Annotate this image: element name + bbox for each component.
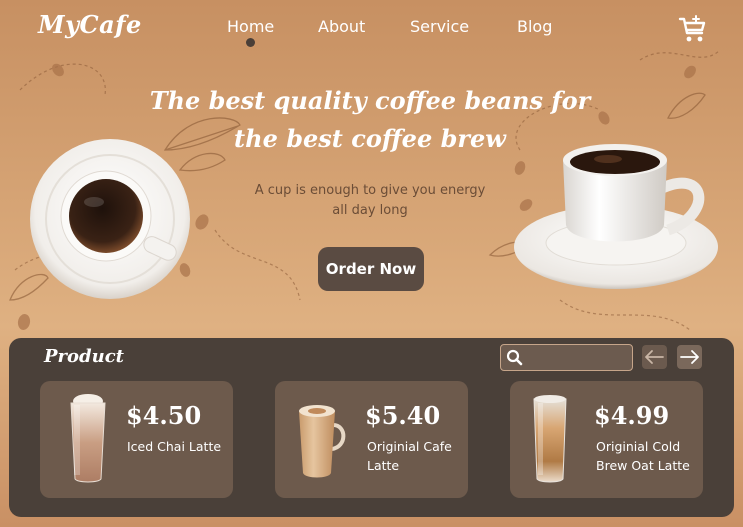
- hero-title-line-1: The best quality coffee beans for: [149, 86, 591, 115]
- hero-title: The best quality coffee beans for the be…: [140, 82, 600, 158]
- product-name: Originial Cold Brew Oat Latte: [596, 437, 706, 475]
- search-icon: [506, 349, 523, 366]
- coffee-cup-side-view-image: [514, 144, 718, 289]
- arrow-right-icon: [680, 350, 699, 364]
- hero-subtitle-line-2: all day long: [332, 203, 408, 218]
- product-price: $4.99: [594, 401, 670, 430]
- nav-about[interactable]: About: [318, 17, 365, 36]
- nav-blog[interactable]: Blog: [517, 17, 552, 36]
- coffee-cup-top-view-image: [30, 139, 190, 299]
- product-name-line-1: Iced Chai Latte: [127, 439, 222, 454]
- product-price: $5.40: [365, 401, 441, 430]
- cafe-latte-image: [299, 405, 346, 478]
- product-section-title: Product: [44, 346, 124, 367]
- product-card[interactable]: $5.40 Originial Cafe Latte: [275, 381, 468, 498]
- product-name-line-2: Brew Oat Latte: [596, 458, 690, 473]
- cold-brew-oat-latte-image: [533, 395, 567, 483]
- product-search[interactable]: [500, 344, 633, 371]
- hero-title-line-2: the best coffee brew: [234, 124, 506, 153]
- main-nav: Home About Service Blog: [0, 17, 743, 47]
- product-name-line-1: Originial Cold: [596, 439, 681, 454]
- product-name-line-1: Originial Cafe: [367, 439, 452, 454]
- product-card[interactable]: $4.99 Originial Cold Brew Oat Latte: [510, 381, 703, 498]
- nav-home[interactable]: Home: [227, 17, 274, 36]
- prev-button[interactable]: [642, 345, 667, 369]
- hero-subtitle-line-1: A cup is enough to give you energy: [254, 183, 486, 198]
- arrow-left-icon: [645, 350, 664, 364]
- search-input[interactable]: [527, 348, 629, 368]
- product-name: Iced Chai Latte: [127, 437, 237, 456]
- product-panel: Product $4.50 Iced Chai Latte $5.40 Orig…: [9, 338, 734, 517]
- product-price: $4.50: [126, 401, 202, 430]
- order-now-button[interactable]: Order Now: [318, 247, 424, 291]
- product-name: Originial Cafe Latte: [367, 437, 477, 475]
- cart-plus-icon[interactable]: [678, 14, 708, 44]
- active-nav-indicator: [246, 38, 255, 47]
- product-card[interactable]: $4.50 Iced Chai Latte: [40, 381, 233, 498]
- iced-chai-latte-image: [70, 394, 106, 483]
- hero-subtitle: A cup is enough to give you energy all d…: [240, 181, 500, 221]
- product-name-line-2: Latte: [367, 458, 400, 473]
- nav-service[interactable]: Service: [410, 17, 469, 36]
- next-button[interactable]: [677, 345, 702, 369]
